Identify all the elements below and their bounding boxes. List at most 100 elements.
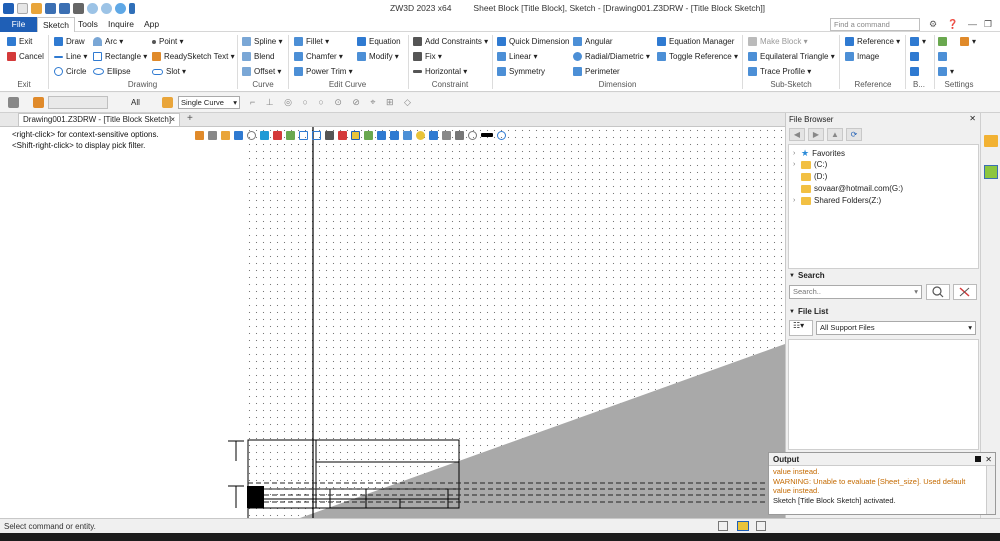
line-button[interactable]: Line ▾ <box>54 52 87 61</box>
tab-inquire[interactable]: Inquire <box>103 17 139 32</box>
cancel-button[interactable]: Cancel <box>7 52 44 61</box>
equation-manager-button[interactable]: Equation Manager <box>657 37 734 46</box>
line-style-icon[interactable] <box>481 133 493 137</box>
trace-profile-button[interactable]: Trace Profile ▾ <box>748 67 811 76</box>
add-tab-icon[interactable]: + <box>187 113 193 124</box>
canvas-tool-icon[interactable] <box>497 130 506 140</box>
canvas-tool-icon[interactable] <box>208 130 217 140</box>
linear-button[interactable]: Linear ▾ <box>497 52 538 61</box>
perimeter-button[interactable]: Perimeter <box>573 67 620 76</box>
rectangle-button[interactable]: Rectangle ▾ <box>93 52 147 61</box>
quick-dimension-button[interactable]: Quick Dimension <box>497 37 569 46</box>
snap-tools-group[interactable]: ⌐ ⊥ ◎ ○ ○ ⊙ ⊘ ⌖ ⊞ ◇ <box>250 97 415 108</box>
canvas-tool-icon[interactable] <box>260 130 269 140</box>
regen-icon[interactable] <box>115 3 126 14</box>
ellipse-button[interactable]: Ellipse <box>93 67 131 76</box>
stop-icon[interactable] <box>975 456 981 462</box>
sketch-canvas[interactable]: <right-click> for context-sensitive opti… <box>0 127 785 518</box>
tab-app[interactable]: App <box>139 17 164 32</box>
canvas-tool-icon[interactable] <box>351 130 360 140</box>
canvas-tool-icon[interactable] <box>234 130 243 140</box>
arc-button[interactable]: Arc ▾ <box>93 37 123 46</box>
point-button[interactable]: Point ▾ <box>152 37 183 46</box>
slot-button[interactable]: Slot ▾ <box>152 67 186 76</box>
sketch-geometry[interactable] <box>0 127 785 518</box>
back-arrow-icon[interactable]: ◀ <box>789 128 805 141</box>
canvas-tool-icon[interactable] <box>429 130 438 140</box>
layer-select[interactable] <box>48 96 108 109</box>
canvas-tool-icon[interactable] <box>247 130 256 140</box>
print-icon[interactable] <box>73 3 84 14</box>
minimize-icon[interactable]: — <box>968 19 977 29</box>
exit-button[interactable]: Exit <box>7 37 32 46</box>
layer-icon[interactable] <box>33 97 44 108</box>
expand-icon[interactable]: › <box>793 150 801 157</box>
help-icon[interactable]: ❓ <box>947 19 958 30</box>
canvas-tool-icon[interactable] <box>338 130 347 140</box>
search-button[interactable] <box>926 284 950 300</box>
settings-tool-4[interactable]: ▾ <box>938 67 954 76</box>
settings-tool-1[interactable] <box>938 37 950 46</box>
b-tool-2[interactable] <box>910 52 922 61</box>
refresh-icon[interactable]: ⟳ <box>846 128 862 141</box>
open-file-icon[interactable] <box>31 3 42 14</box>
tab-tools[interactable]: Tools <box>73 17 103 32</box>
settings-tool-2[interactable]: ▾ <box>960 37 976 46</box>
file-list[interactable] <box>788 339 979 450</box>
b-tool-1[interactable]: ▾ <box>910 37 926 46</box>
offset-button[interactable]: Offset ▾ <box>242 67 281 76</box>
tab-file[interactable]: File <box>0 17 37 32</box>
close-icon[interactable]: ✕ <box>985 453 992 466</box>
pick-filter-select[interactable]: Single Curve ▾ <box>178 96 240 109</box>
canvas-tool-icon[interactable] <box>221 130 230 140</box>
radial-diametric-button[interactable]: Radial/Diametric ▾ <box>573 52 650 61</box>
b-tool-3[interactable] <box>910 67 922 76</box>
layout-icon[interactable] <box>718 521 728 531</box>
close-tab-icon[interactable]: × <box>170 114 175 126</box>
pick-filter-icon[interactable] <box>162 97 173 108</box>
output-scrollbar[interactable] <box>986 466 995 514</box>
canvas-tool-icon[interactable] <box>273 130 282 140</box>
circle-button[interactable]: Circle <box>54 67 86 76</box>
canvas-tool-icon[interactable] <box>442 130 451 140</box>
panel-toggle-icon[interactable] <box>756 521 766 531</box>
canvas-tool-icon[interactable] <box>455 130 464 140</box>
clear-search-button[interactable] <box>953 284 977 300</box>
tree-item-drive-z[interactable]: › Shared Folders(Z:) <box>793 196 881 205</box>
canvas-tool-icon[interactable] <box>468 130 477 140</box>
tree-item-drive-c[interactable]: › (C:) <box>793 160 827 169</box>
expand-icon[interactable]: › <box>793 161 801 168</box>
new-file-icon[interactable] <box>17 3 28 14</box>
fillet-button[interactable]: Fillet ▾ <box>294 37 329 46</box>
equation-button[interactable]: Equation <box>357 37 401 46</box>
canvas-tool-icon[interactable] <box>195 130 204 140</box>
image-button[interactable]: Image <box>845 52 879 61</box>
palette-tab-icon[interactable] <box>984 165 998 179</box>
equilateral-triangle-button[interactable]: Equilateral Triangle ▾ <box>748 52 835 61</box>
restore-icon[interactable]: ❐ <box>984 19 992 30</box>
draw-button[interactable]: Draw <box>54 37 85 46</box>
qat-more-icon[interactable] <box>129 3 135 14</box>
canvas-tool-icon[interactable] <box>416 130 425 140</box>
canvas-tool-icon[interactable] <box>312 130 321 140</box>
fix-button[interactable]: Fix ▾ <box>413 52 442 61</box>
toggle-reference-button[interactable]: Toggle Reference ▾ <box>657 52 738 61</box>
make-block-button[interactable]: Make Block ▾ <box>748 37 808 46</box>
chamfer-button[interactable]: Chamfer ▾ <box>294 52 343 61</box>
canvas-tool-icon[interactable] <box>377 130 386 140</box>
modify-button[interactable]: Modify ▾ <box>357 52 399 61</box>
tree-item-drive-d[interactable]: (D:) <box>793 172 827 181</box>
view-mode-button[interactable]: ☷▾ <box>789 320 813 336</box>
command-search-input[interactable]: Find a command <box>830 18 920 31</box>
forward-arrow-icon[interactable]: ▶ <box>808 128 824 141</box>
file-search-input[interactable]: Search.. ▾ <box>789 285 922 299</box>
power-trim-button[interactable]: Power Trim ▾ <box>294 67 353 76</box>
horizontal-button[interactable]: Horizontal ▾ <box>413 67 467 76</box>
search-section-header[interactable]: Search <box>788 270 979 282</box>
output-toggle-icon[interactable] <box>737 521 749 531</box>
tab-sketch[interactable]: Sketch <box>37 17 75 33</box>
expand-icon[interactable]: › <box>793 197 801 204</box>
symmetry-button[interactable]: Symmetry <box>497 67 545 76</box>
redo-icon[interactable] <box>101 3 112 14</box>
readysketch-text-button[interactable]: ReadySketch Text ▾ <box>152 52 235 61</box>
